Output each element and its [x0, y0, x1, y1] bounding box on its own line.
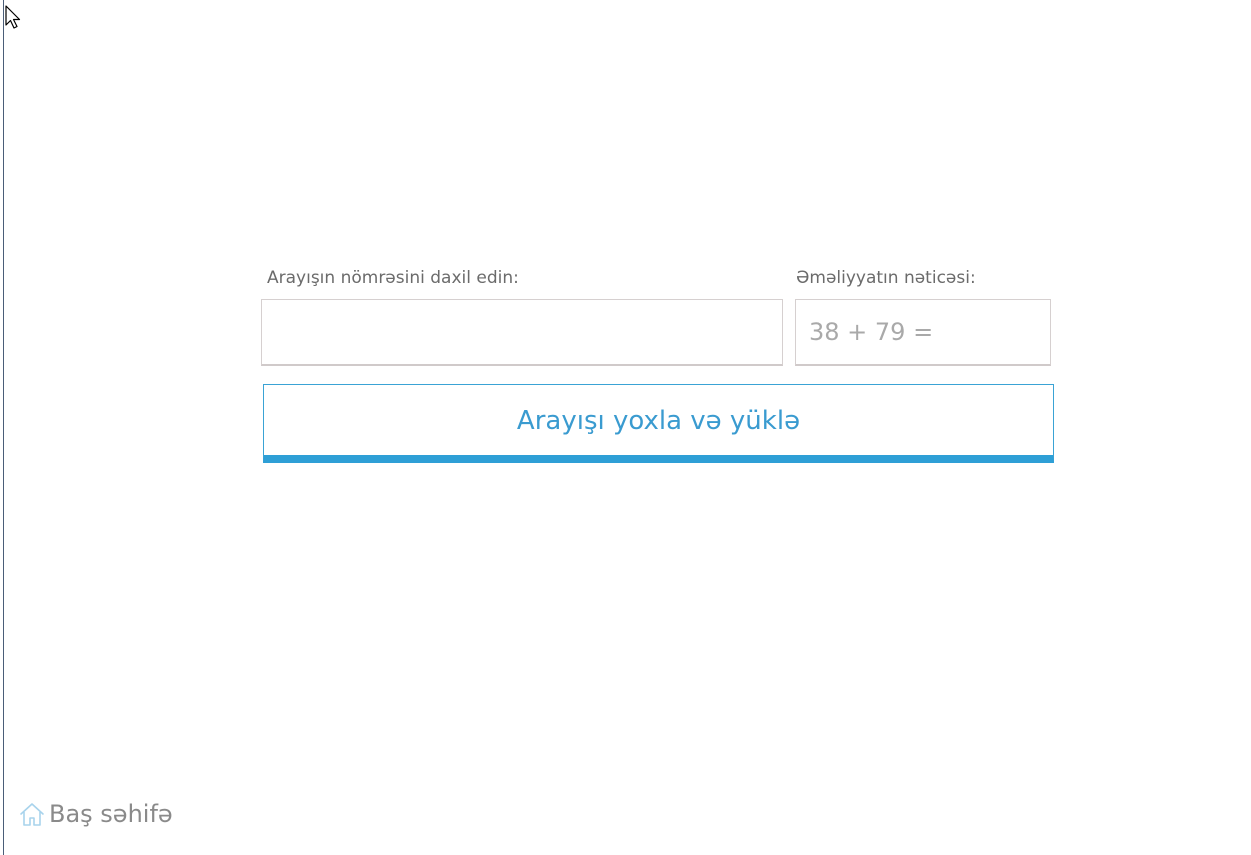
captcha-result-input[interactable]: [795, 299, 1051, 366]
document-number-input[interactable]: [261, 299, 783, 366]
home-label: Baş səhifə: [49, 800, 173, 828]
captcha-result-label: Əməliyyatın nəticəsi:: [796, 268, 976, 288]
document-number-label: Arayışın nömrəsini daxil edin:: [267, 268, 519, 288]
home-link[interactable]: Baş səhifə: [18, 800, 173, 828]
window-border: [3, 0, 4, 855]
home-icon: [20, 803, 44, 826]
verify-and-download-button[interactable]: Arayışı yoxla və yüklə: [263, 384, 1054, 463]
mouse-cursor-icon: [5, 5, 21, 29]
